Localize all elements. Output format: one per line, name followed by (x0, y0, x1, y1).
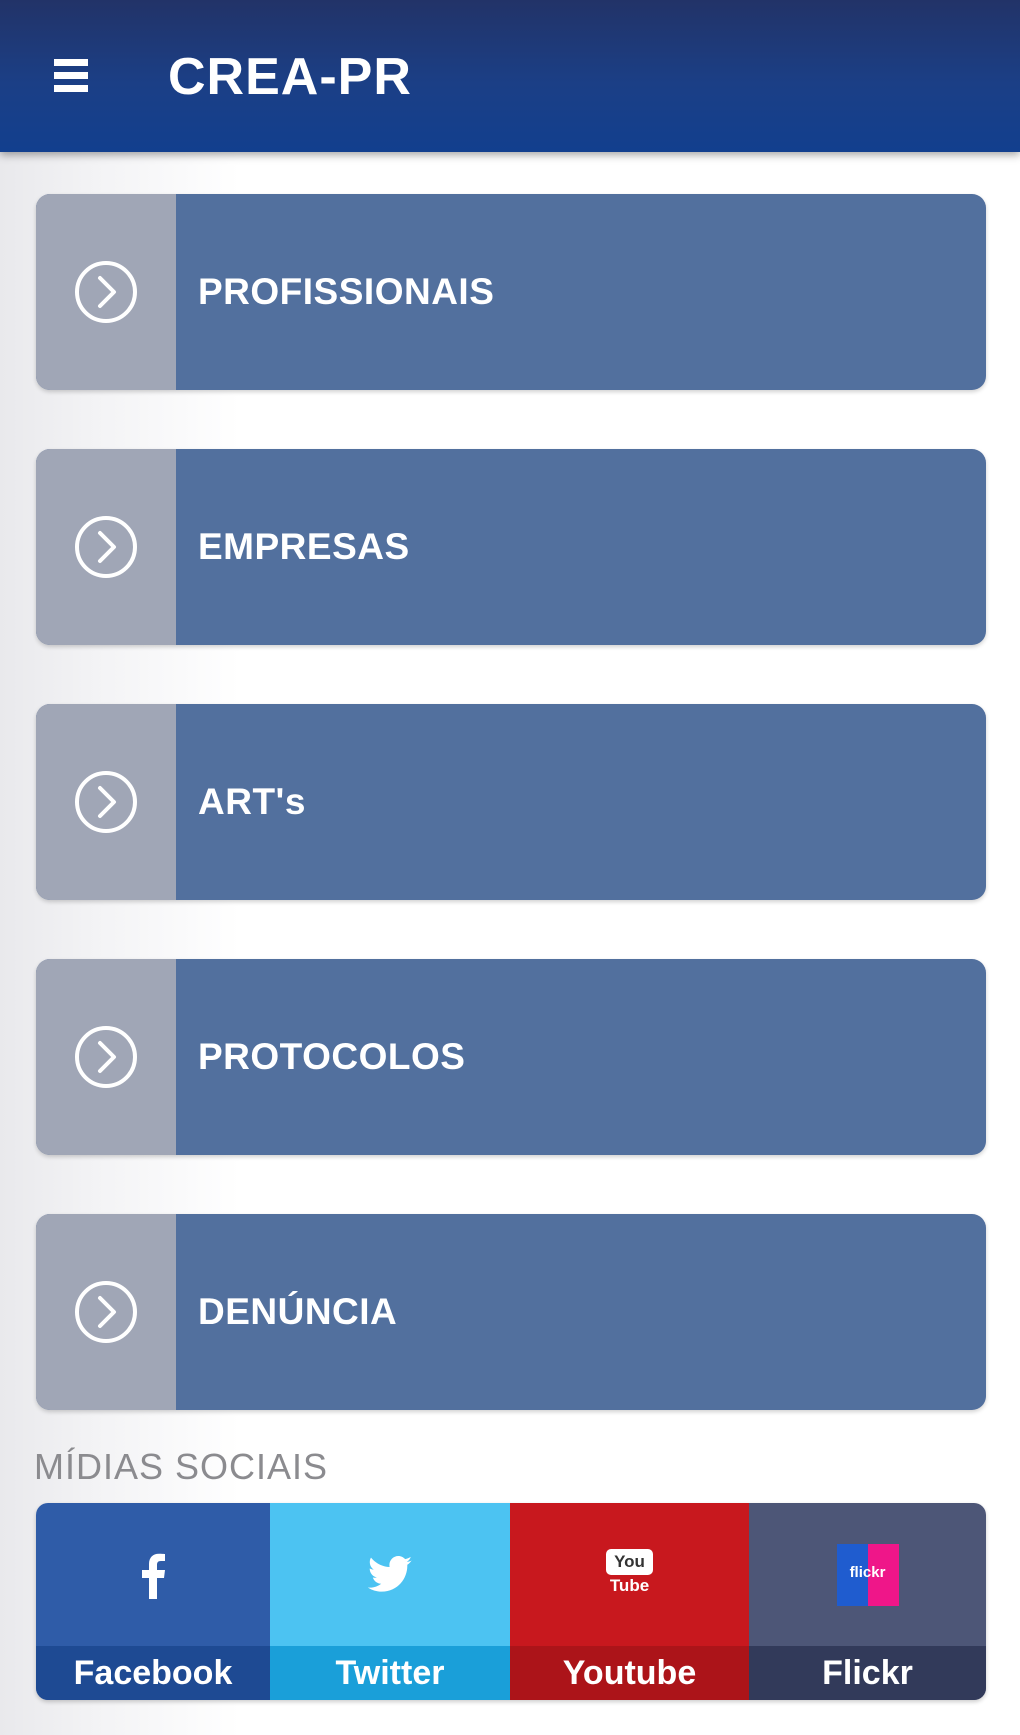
app-header: CREA-PR (0, 0, 1020, 152)
menu-button[interactable] (40, 44, 102, 106)
social-label: Twitter (270, 1646, 510, 1700)
menu-item-label: ART's (198, 781, 306, 822)
social-label: Flickr (749, 1646, 986, 1700)
facebook-button[interactable]: Facebook (36, 1503, 270, 1700)
twitter-button[interactable]: Twitter (270, 1503, 510, 1700)
youtube-logo-tube: Tube (609, 1575, 650, 1595)
menu-item-label: PROFISSIONAIS (198, 271, 495, 312)
social-label: Youtube (510, 1646, 749, 1700)
chevron-right-circle-icon (75, 261, 137, 323)
menu-item-label: PROTOCOLOS (198, 1036, 466, 1077)
app-title: CREA-PR (168, 48, 412, 106)
chevron-right-circle-icon (75, 1026, 137, 1088)
flickr-button[interactable]: flickr Flickr (749, 1503, 986, 1700)
menu-item-label: DENÚNCIA (198, 1291, 398, 1332)
chevron-right-circle-icon (75, 516, 137, 578)
social-label: Facebook (36, 1646, 270, 1700)
youtube-logo-you: You (606, 1548, 653, 1575)
twitter-icon (368, 1555, 412, 1592)
menu-item-empresas[interactable]: EMPRESAS (36, 449, 986, 645)
menu-item-denuncia[interactable]: DENÚNCIA (36, 1214, 986, 1410)
menu-item-protocolos[interactable]: PROTOCOLOS (36, 959, 986, 1155)
chevron-right-circle-icon (75, 1281, 137, 1343)
menu-item-profissionais[interactable]: PROFISSIONAIS (36, 194, 986, 390)
menu-item-label: EMPRESAS (198, 526, 410, 567)
chevron-right-circle-icon (75, 771, 137, 833)
flickr-logo-text: flickr (849, 1563, 886, 1581)
flickr-icon: flickr (836, 1543, 899, 1606)
youtube-button[interactable]: You Tube Youtube (510, 1503, 749, 1700)
main-menu: PROFISSIONAIS EMPRESAS ART's PROTOCOLOS (36, 194, 986, 1469)
facebook-icon (142, 1553, 165, 1599)
youtube-icon: You Tube (606, 1548, 653, 1597)
hamburger-menu-icon (54, 59, 88, 92)
social-media-bar: Facebook Twitter You Tube Youtube flickr… (36, 1503, 986, 1700)
menu-item-arts[interactable]: ART's (36, 704, 986, 900)
